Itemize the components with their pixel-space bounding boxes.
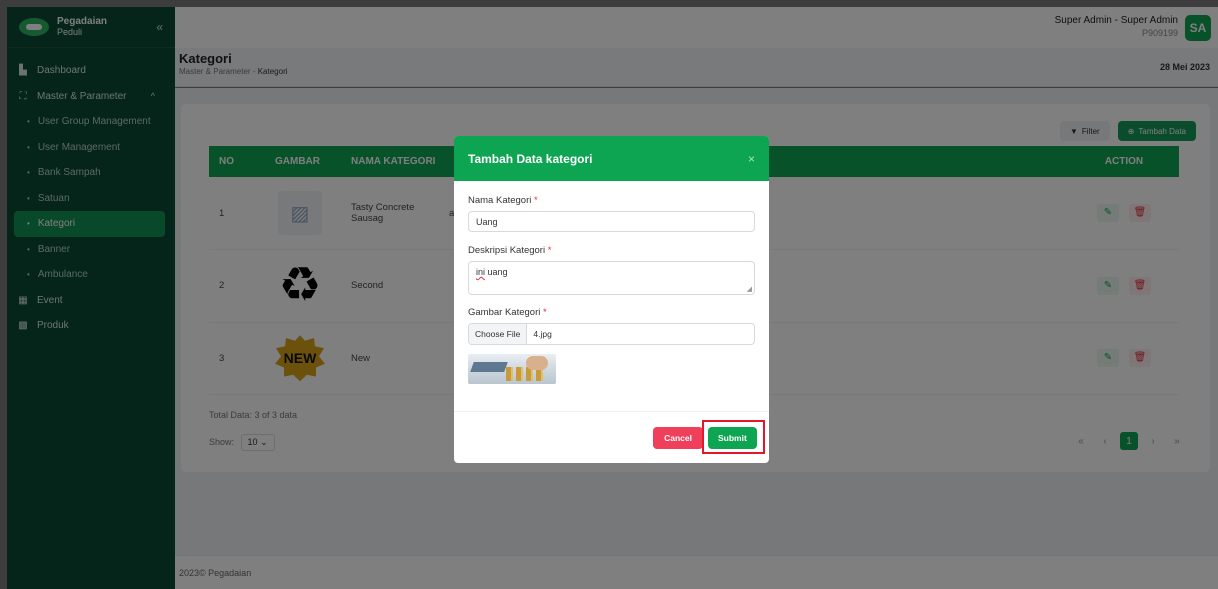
category-description-textarea[interactable]: ini uang ◢ — [468, 261, 755, 295]
modal-header: Tambah Data kategori × — [454, 136, 769, 181]
add-category-modal: Tambah Data kategori × Nama Kategori * U… — [454, 136, 769, 463]
category-name-input[interactable]: Uang — [468, 211, 755, 232]
category-image-file-input[interactable]: Choose File 4.jpg — [468, 323, 755, 345]
selected-file-name: 4.jpg — [533, 329, 552, 339]
image-preview — [468, 354, 556, 384]
cancel-button[interactable]: Cancel — [653, 427, 703, 449]
image-label: Gambar Kategori * — [468, 307, 547, 318]
submit-button[interactable]: Submit — [708, 427, 757, 449]
modal-body: Nama Kategori * Uang Deskripsi Kategori … — [454, 181, 769, 384]
modal-footer: Cancel Submit — [454, 411, 769, 463]
choose-file-button[interactable]: Choose File — [469, 324, 528, 344]
close-icon[interactable]: × — [748, 152, 755, 166]
submit-highlight: Submit — [702, 420, 765, 454]
name-label: Nama Kategori * — [468, 195, 538, 206]
modal-title: Tambah Data kategori — [468, 151, 593, 166]
resize-handle-icon[interactable]: ◢ — [747, 285, 752, 293]
description-label: Deskripsi Kategori * — [468, 245, 552, 256]
